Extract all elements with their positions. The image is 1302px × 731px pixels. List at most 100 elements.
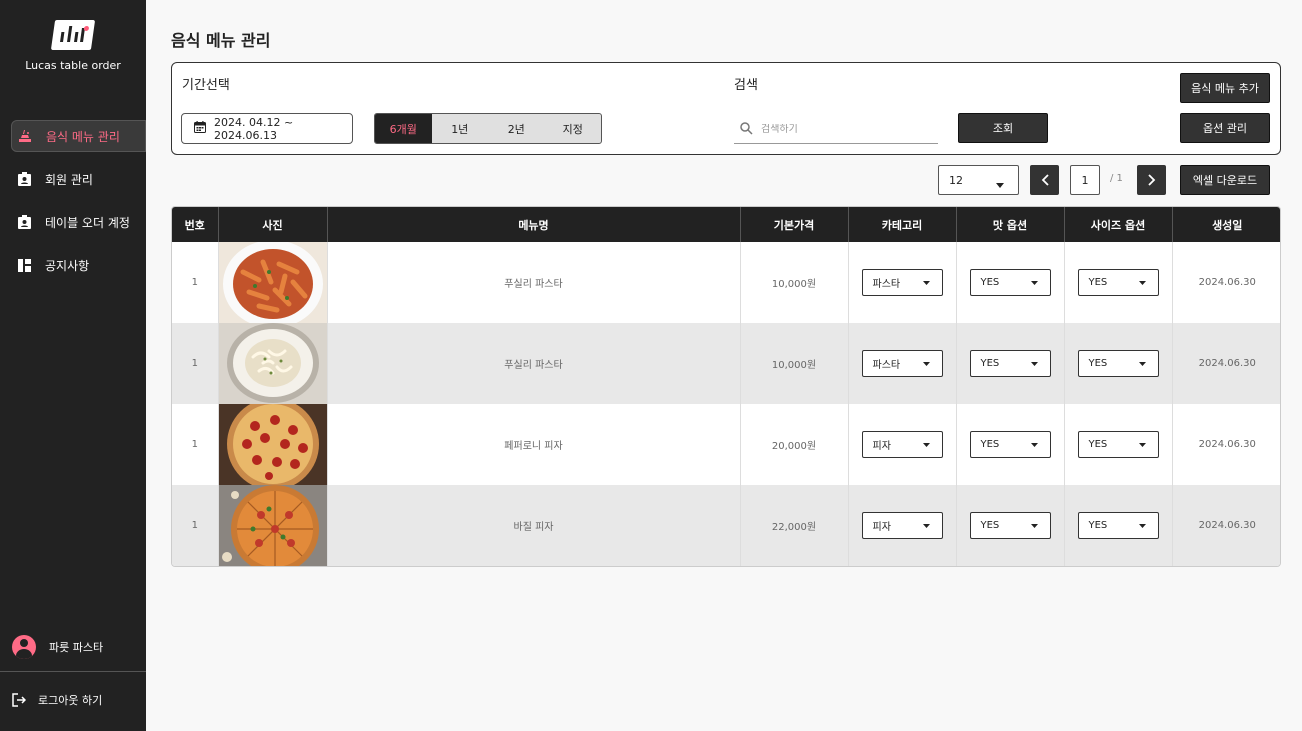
caret-down-icon xyxy=(922,520,930,531)
size-option-cell: YES xyxy=(1064,242,1173,323)
logout-icon xyxy=(12,693,26,707)
table-row[interactable]: 1 xyxy=(172,242,1280,323)
row-number: 1 xyxy=(172,242,219,323)
caret-down-icon xyxy=(996,178,1004,191)
caret-down-icon xyxy=(1030,520,1038,531)
size-option-select[interactable]: YES xyxy=(1077,512,1159,539)
dashboard-icon xyxy=(17,258,31,272)
prev-page-button[interactable] xyxy=(1030,165,1059,195)
category-value: 파스타 xyxy=(872,279,901,290)
size-option-select[interactable]: YES xyxy=(1077,269,1159,296)
excel-download-button[interactable]: 엑셀 다운로드 xyxy=(1180,165,1270,195)
column-header-created-date: 생성일 xyxy=(1172,207,1280,242)
taste-option-select[interactable]: YES xyxy=(969,431,1051,458)
caret-down-icon xyxy=(1138,358,1146,369)
menu-price: 10,000원 xyxy=(740,323,849,404)
sidebar-nav: 음식 메뉴 관리 회원 관리 테이블 오더 계정 공지사항 xyxy=(0,120,146,292)
menu-name: 푸실리 파스타 xyxy=(327,242,741,323)
search-button[interactable]: 조회 xyxy=(958,113,1048,143)
column-header-taste-option: 맛 옵션 xyxy=(956,207,1065,242)
period-option-custom[interactable]: 지정 xyxy=(545,114,602,143)
next-page-button[interactable] xyxy=(1137,165,1166,195)
page-number-input[interactable]: 1 xyxy=(1070,165,1100,195)
date-range-value: 2024. 04.12 ~ 2024.06.13 xyxy=(214,115,294,142)
size-option-cell: YES xyxy=(1064,323,1173,404)
option-manage-button[interactable]: 옵션 관리 xyxy=(1180,113,1270,143)
taste-option-value: YES xyxy=(980,520,1000,531)
pepperoni-pizza-photo xyxy=(218,404,327,485)
taste-option-value: YES xyxy=(980,439,1000,450)
row-number: 1 xyxy=(172,323,219,404)
sidebar-item-members[interactable]: 회원 관리 xyxy=(0,163,146,195)
sidebar-item-table-order-account[interactable]: 테이블 오더 계정 xyxy=(0,206,146,238)
search-input[interactable] xyxy=(761,123,931,135)
chevron-left-icon xyxy=(1041,171,1049,190)
logo-mark-icon xyxy=(50,20,96,50)
category-value: 파스타 xyxy=(872,360,901,371)
size-option-select[interactable]: YES xyxy=(1077,431,1159,458)
menu-table: 번호 사진 메뉴명 기본가격 카테고리 맛 옵션 사이즈 옵션 생성일 1 푸실… xyxy=(171,206,1281,567)
taste-option-value: YES xyxy=(980,358,1000,369)
page-total: / 1 xyxy=(1110,173,1123,184)
column-header-number: 번호 xyxy=(172,207,219,242)
taste-option-select[interactable]: YES xyxy=(969,269,1051,296)
menu-photo-cell xyxy=(218,404,328,485)
size-option-value: YES xyxy=(1088,439,1108,450)
size-option-select[interactable]: YES xyxy=(1077,350,1159,377)
taste-option-value: YES xyxy=(980,277,1000,288)
date-range-picker[interactable]: 2024. 04.12 ~ 2024.06.13 xyxy=(181,113,353,144)
size-option-cell: YES xyxy=(1064,404,1173,485)
filter-panel: 기간선택 검색 2024. 04.12 ~ 2024.06.13 6개월 1년 … xyxy=(171,62,1281,155)
brand-logo[interactable]: Lucas table order xyxy=(0,20,146,72)
account-badge-icon xyxy=(17,215,31,229)
caret-down-icon xyxy=(922,358,930,369)
food-menu-icon xyxy=(18,129,32,143)
column-header-photo: 사진 xyxy=(218,207,328,242)
category-select[interactable]: 파스타 xyxy=(861,350,943,377)
sidebar-item-notice[interactable]: 공지사항 xyxy=(0,249,146,281)
basil-pizza-photo xyxy=(218,485,327,566)
sidebar-item-label: 음식 메뉴 관리 xyxy=(46,129,120,144)
taste-option-cell: YES xyxy=(956,404,1065,485)
period-segmented-control: 6개월 1년 2년 지정 xyxy=(374,113,602,144)
column-header-base-price: 기본가격 xyxy=(740,207,849,242)
brand-name: Lucas table order xyxy=(25,59,121,72)
per-page-value: 12 xyxy=(949,173,963,187)
calendar-icon xyxy=(194,121,206,136)
taste-option-cell: YES xyxy=(956,485,1065,566)
taste-option-select[interactable]: YES xyxy=(969,350,1051,377)
menu-price: 10,000원 xyxy=(740,242,849,323)
caret-down-icon xyxy=(1030,358,1038,369)
table-row[interactable]: 1 xyxy=(172,485,1280,566)
menu-price: 20,000원 xyxy=(740,404,849,485)
period-option-6-months[interactable]: 6개월 xyxy=(375,114,432,143)
period-option-1-year[interactable]: 1년 xyxy=(432,114,489,143)
sidebar-item-label: 테이블 오더 계정 xyxy=(45,215,130,230)
created-date: 2024.06.30 xyxy=(1172,323,1280,404)
chevron-right-icon xyxy=(1147,171,1156,190)
menu-photo-cell xyxy=(218,323,328,404)
menu-photo-cell xyxy=(218,485,328,566)
category-cell: 파스타 xyxy=(848,242,957,323)
user-profile[interactable]: 파릇 파스타 xyxy=(12,635,103,659)
category-cell: 파스타 xyxy=(848,323,957,404)
created-date: 2024.06.30 xyxy=(1198,277,1256,288)
search-icon xyxy=(740,120,753,139)
category-select[interactable]: 피자 xyxy=(861,431,943,458)
period-option-2-years[interactable]: 2년 xyxy=(488,114,545,143)
category-select[interactable]: 피자 xyxy=(861,512,943,539)
taste-option-select[interactable]: YES xyxy=(969,512,1051,539)
sidebar-item-food-menu[interactable]: 음식 메뉴 관리 xyxy=(11,120,146,152)
table-row[interactable]: 1 xyxy=(172,404,1280,485)
per-page-select[interactable]: 12 xyxy=(938,165,1019,195)
size-option-value: YES xyxy=(1088,277,1108,288)
logout-button[interactable]: 로그아웃 하기 xyxy=(12,692,102,708)
caret-down-icon xyxy=(1030,277,1038,288)
add-menu-button[interactable]: 음식 메뉴 추가 xyxy=(1180,73,1270,103)
created-date: 2024.06.30 xyxy=(1172,485,1280,566)
taste-option-cell: YES xyxy=(956,323,1065,404)
menu-name: 바질 피자 xyxy=(327,485,741,566)
table-row[interactable]: 1 xyxy=(172,323,1280,404)
category-select[interactable]: 파스타 xyxy=(861,269,943,296)
search-field xyxy=(734,115,938,144)
